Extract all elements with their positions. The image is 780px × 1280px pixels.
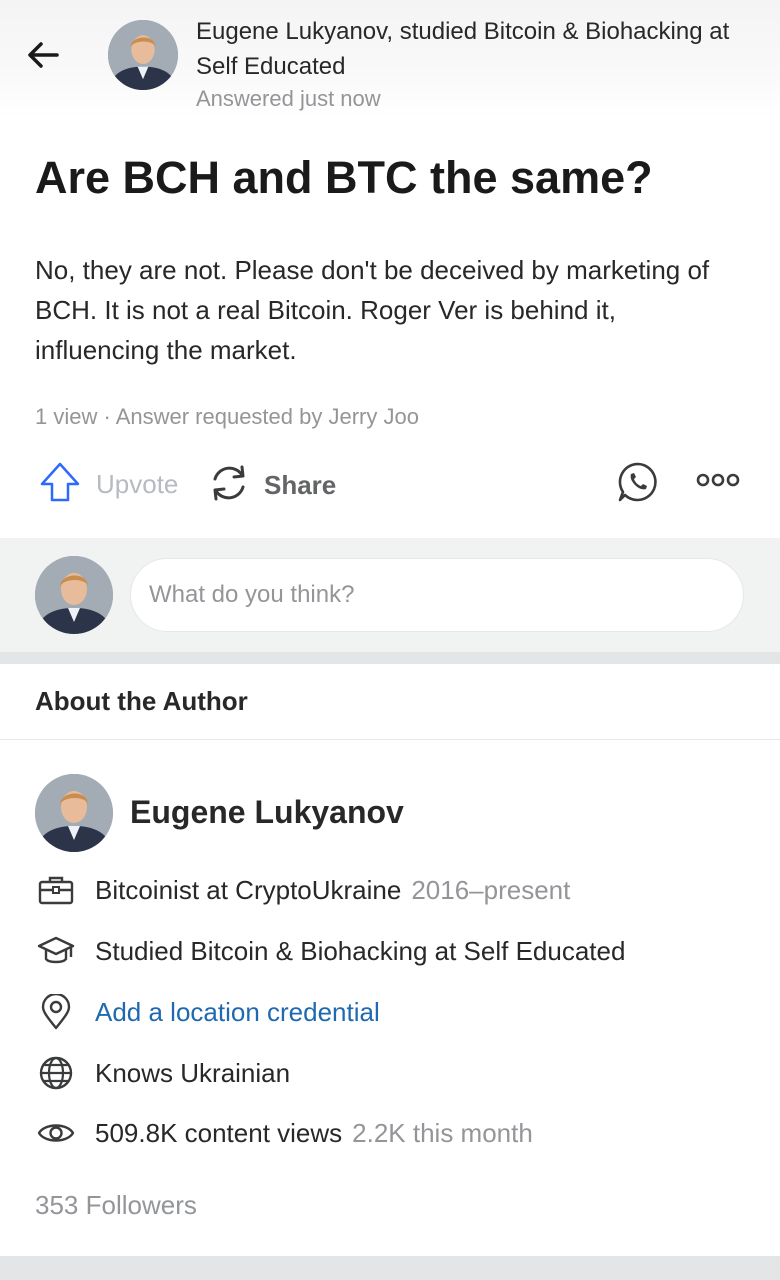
globe-icon: [35, 1053, 77, 1093]
comment-composer: [0, 538, 780, 652]
section-divider: [0, 652, 780, 664]
more-dots-icon: [694, 468, 742, 497]
answer-header: Eugene Lukyanov, studied Bitcoin & Bioha…: [0, 0, 780, 120]
briefcase-icon: [35, 870, 77, 910]
author-profile-avatar[interactable]: [35, 774, 113, 852]
author-name[interactable]: Eugene Lukyanov: [130, 794, 404, 831]
back-arrow-icon[interactable]: [22, 34, 64, 76]
answer-actions-bar: Upvote Share: [0, 456, 780, 512]
whatsapp-share-button[interactable]: [616, 460, 660, 509]
question-title[interactable]: Are BCH and BTC the same?: [35, 150, 755, 206]
graduation-cap-icon: [35, 931, 77, 971]
more-options-button[interactable]: [694, 468, 742, 497]
whatsapp-icon: [616, 460, 660, 509]
location-pin-icon: [35, 992, 77, 1032]
about-author-title: About the Author: [35, 686, 248, 716]
share-label: Share: [264, 470, 337, 500]
credential-location[interactable]: Add a location credential: [35, 992, 755, 1032]
header-author-credential[interactable]: Eugene Lukyanov, studied Bitcoin & Bioha…: [196, 14, 756, 84]
add-location-credential-link[interactable]: Add a location credential: [95, 997, 380, 1028]
user-avatar[interactable]: [35, 556, 113, 634]
credential-language: Knows Ukrainian: [35, 1053, 755, 1093]
credential-education: Studied Bitcoin & Biohacking at Self Edu…: [35, 931, 755, 971]
credential-views: 509.8K content views 2.2K this month: [35, 1113, 755, 1153]
answer-timestamp: Answered just now: [196, 86, 381, 111]
followers-count[interactable]: 353 Followers: [35, 1190, 197, 1221]
credential-text: Bitcoinist at CryptoUkraine: [95, 874, 402, 905]
refresh-share-icon: [206, 460, 252, 511]
section-divider: [0, 1256, 780, 1280]
eye-icon: [35, 1113, 77, 1153]
author-avatar[interactable]: [108, 20, 178, 90]
comment-input[interactable]: [130, 558, 744, 632]
credential-sub: 2016–present: [411, 874, 571, 905]
upvote-button[interactable]: Upvote: [38, 460, 178, 509]
credential-employment: Bitcoinist at CryptoUkraine 2016–present: [35, 870, 755, 910]
upvote-label: Upvote: [96, 469, 179, 499]
share-button[interactable]: Share: [206, 460, 336, 511]
credential-sub: 2.2K this month: [352, 1117, 533, 1148]
arrow-up-outline-icon: [38, 460, 82, 509]
divider: [0, 739, 780, 740]
credential-text: 509.8K content views: [95, 1117, 343, 1148]
credential-text: Knows Ukrainian: [95, 1057, 291, 1088]
credential-text: Studied Bitcoin & Biohacking at Self Edu…: [95, 935, 626, 966]
answer-meta: 1 view · Answer requested by Jerry Joo: [35, 404, 419, 429]
answer-text: No, they are not. Please don't be deceiv…: [35, 255, 710, 365]
